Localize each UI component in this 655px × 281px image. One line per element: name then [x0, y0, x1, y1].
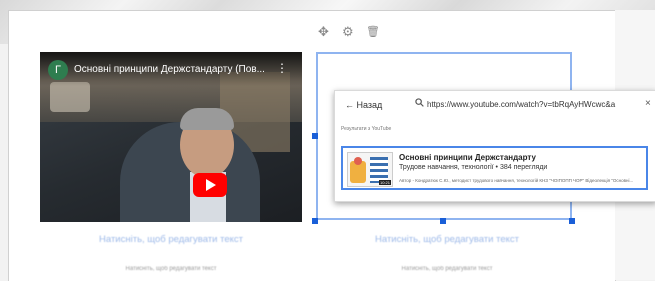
- video-thumbnail: 10:21: [347, 152, 393, 187]
- resize-handle-bottom-left[interactable]: [312, 218, 318, 224]
- embedded-video[interactable]: Г Основні принципи Держстандарту (Пов...…: [40, 52, 302, 222]
- close-icon[interactable]: ×: [645, 98, 651, 109]
- resize-handle-bottom[interactable]: [440, 218, 446, 224]
- video-speaker-hair: [180, 108, 234, 130]
- video-background-lamp: [50, 82, 90, 112]
- left-subcaption-text[interactable]: Натисніть, щоб редагувати текст: [40, 266, 302, 272]
- video-result-item[interactable]: 10:21 Основні принципи Держстандарту Тру…: [341, 146, 648, 190]
- play-button-icon[interactable]: [193, 173, 227, 197]
- video-duration: 10:21: [378, 180, 391, 185]
- arrow-left-icon: ←: [345, 100, 354, 110]
- right-caption-text[interactable]: Натисніть, щоб редагувати текст: [316, 234, 578, 245]
- result-meta: Трудове навчання, технології • 384 перег…: [399, 164, 548, 171]
- settings-icon[interactable]: ⚙: [342, 24, 354, 40]
- back-label: Назад: [356, 100, 383, 110]
- back-button[interactable]: ← Назад: [345, 100, 382, 110]
- channel-avatar[interactable]: Г: [48, 60, 68, 80]
- search-icon: [415, 98, 424, 110]
- left-caption-text[interactable]: Натисніть, щоб редагувати текст: [40, 234, 302, 245]
- youtube-picker-dialog: ← Назад × Результати з YouTube 10:21 Осн…: [334, 90, 655, 202]
- video-title[interactable]: Основні принципи Держстандарту (Пов...: [74, 64, 274, 75]
- results-label: Результати з YouTube: [341, 126, 392, 132]
- thumbnail-figure-head: [354, 157, 362, 165]
- result-title: Основні принципи Держстандарту: [399, 153, 536, 162]
- result-description: Автор - Кондратюк С.Ю., методист трудово…: [399, 178, 634, 183]
- youtube-url-input[interactable]: [427, 97, 622, 111]
- delete-icon[interactable]: 🗑: [366, 25, 380, 38]
- resize-handle-left[interactable]: [312, 133, 318, 139]
- more-options-icon[interactable]: ⋮: [276, 62, 288, 74]
- right-subcaption-text[interactable]: Натисніть, щоб редагувати текст: [316, 266, 578, 272]
- move-icon[interactable]: ✥: [318, 24, 329, 40]
- resize-handle-bottom-right[interactable]: [569, 218, 575, 224]
- block-toolbar: ✥ ⚙ 🗑: [314, 22, 384, 44]
